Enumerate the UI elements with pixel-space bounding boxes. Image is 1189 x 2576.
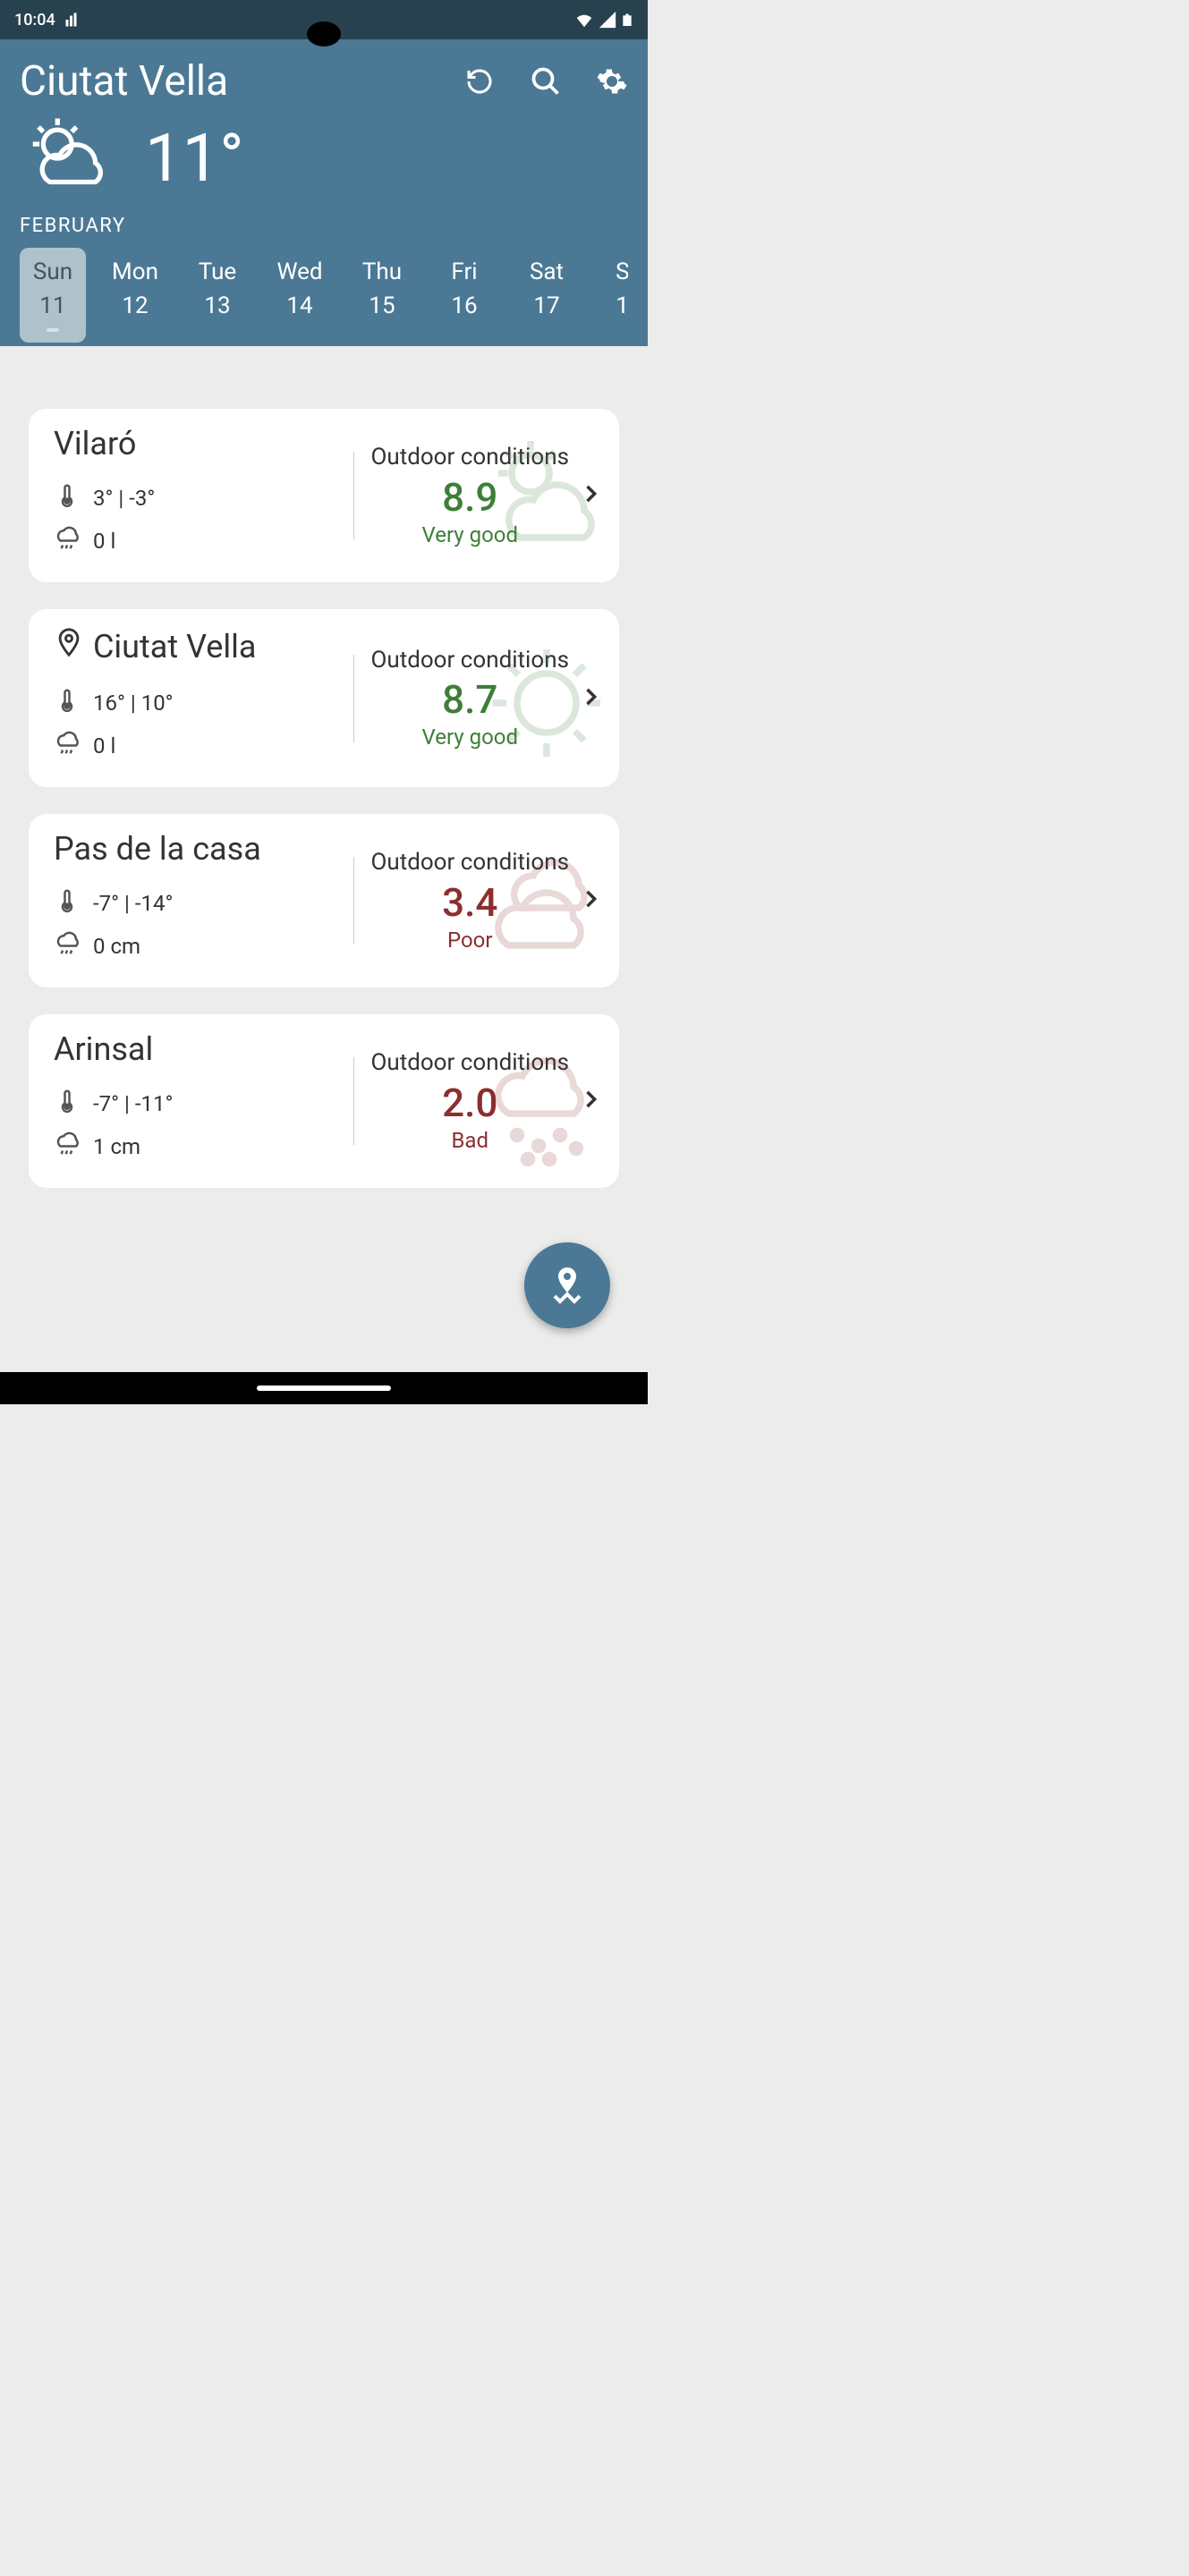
- battery-icon: [621, 9, 633, 30]
- divider: [353, 452, 354, 539]
- location-card[interactable]: Vilaró 3° | -3° 0 l Outdoor conditions 8…: [29, 409, 619, 582]
- thermometer-icon: [54, 1086, 81, 1122]
- gear-icon[interactable]: [596, 65, 628, 97]
- day-number: 13: [190, 292, 245, 319]
- day-tab-tue[interactable]: Tue 13: [184, 248, 251, 343]
- divider: [353, 1057, 354, 1145]
- day-name: Fri: [437, 258, 492, 285]
- temp-range: 3° | -3°: [93, 486, 155, 511]
- android-nav-bar: [0, 1372, 648, 1404]
- rain-icon: [54, 523, 81, 559]
- partly-cloudy-icon: [20, 111, 118, 206]
- precip-value: 1 cm: [93, 1134, 140, 1159]
- thermometer-icon: [54, 886, 81, 921]
- current-weather: 11°: [20, 106, 628, 215]
- temperature-row: 16° | 10°: [54, 685, 337, 721]
- card-title: Ciutat Vella: [54, 625, 337, 667]
- day-number: 15: [354, 292, 410, 319]
- divider: [353, 655, 354, 742]
- precip-row: 0 l: [54, 523, 337, 559]
- day-number: 12: [107, 292, 163, 319]
- day-name: Sat: [519, 258, 574, 285]
- rain-icon: [54, 1129, 81, 1165]
- page-title: Ciutat Vella: [20, 57, 228, 106]
- day-name: Thu: [354, 258, 410, 285]
- map-pin-icon: [546, 1264, 589, 1307]
- thermometer-icon: [54, 685, 81, 721]
- precip-value: 0 l: [93, 529, 115, 554]
- temperature-row: -7° | -11°: [54, 1086, 337, 1122]
- day-name: Mon: [107, 258, 163, 285]
- precip-value: 0 l: [93, 733, 115, 758]
- nav-handle[interactable]: [257, 1385, 391, 1391]
- location-name: Pas de la casa: [54, 830, 261, 868]
- day-number: 16: [437, 292, 492, 319]
- precip-value: 0 cm: [93, 934, 140, 959]
- temp-range: -7° | -14°: [93, 891, 173, 916]
- search-icon[interactable]: [530, 65, 562, 97]
- location-name: Vilaró: [54, 425, 136, 462]
- cell-signal-icon: [598, 10, 617, 30]
- refresh-icon[interactable]: [463, 65, 496, 97]
- temp-range: -7° | -11°: [93, 1091, 173, 1116]
- day-tab-sun[interactable]: Sun 11: [20, 248, 86, 343]
- day-name: Wed: [272, 258, 327, 285]
- rain-icon: [54, 728, 81, 764]
- card-title: Vilaró: [54, 425, 337, 462]
- location-card[interactable]: Arinsal -7° | -11° 1 cm Outdoor conditio…: [29, 1014, 619, 1188]
- location-cards-list: Vilaró 3° | -3° 0 l Outdoor conditions 8…: [0, 346, 648, 1233]
- day-tab-wed[interactable]: Wed 14: [267, 248, 333, 343]
- map-fab-button[interactable]: [524, 1242, 610, 1328]
- day-tab-mon[interactable]: Mon 12: [102, 248, 168, 343]
- month-label: FEBRUARY: [20, 215, 628, 237]
- temp-range: 16° | 10°: [93, 691, 174, 716]
- day-number: 11: [25, 292, 81, 319]
- temperature-row: -7° | -14°: [54, 886, 337, 921]
- card-title: Arinsal: [54, 1030, 337, 1068]
- location-card[interactable]: Pas de la casa -7° | -14° 0 cm Outdoor c…: [29, 814, 619, 987]
- precip-row: 0 l: [54, 728, 337, 764]
- day-selector: Sun 11 Mon 12 Tue 13 Wed 14 Thu 15 Fri 16 Sat 17 Su 18: [20, 248, 628, 346]
- card-title: Pas de la casa: [54, 830, 337, 868]
- day-name: Tue: [190, 258, 245, 285]
- precip-row: 1 cm: [54, 1129, 337, 1165]
- status-time: 10:04: [14, 11, 55, 30]
- day-number: 17: [519, 292, 574, 319]
- app-header: Ciutat Vella 11° FEBRUARY Sun 11 Mon 12 Tue 1…: [0, 39, 648, 346]
- temperature-row: 3° | -3°: [54, 480, 337, 516]
- thermometer-icon: [54, 480, 81, 516]
- day-number: 14: [272, 292, 327, 319]
- precip-row: 0 cm: [54, 928, 337, 964]
- day-tab-su[interactable]: Su 18: [596, 248, 628, 343]
- pin-icon: [54, 625, 84, 667]
- day-name: Sun: [25, 258, 81, 285]
- camera-notch: [307, 21, 341, 47]
- location-card[interactable]: Ciutat Vella 16° | 10° 0 l Outdoor condi…: [29, 609, 619, 787]
- divider: [353, 857, 354, 945]
- current-temperature: 11°: [145, 120, 244, 198]
- day-tab-thu[interactable]: Thu 15: [349, 248, 415, 343]
- location-name: Ciutat Vella: [93, 628, 256, 665]
- day-tab-fri[interactable]: Fri 16: [431, 248, 497, 343]
- signal-bars-icon: [64, 12, 81, 28]
- location-name: Arinsal: [54, 1030, 153, 1068]
- day-name: Su: [601, 258, 628, 285]
- day-tab-sat[interactable]: Sat 17: [514, 248, 580, 343]
- rain-icon: [54, 928, 81, 964]
- wifi-icon: [574, 10, 594, 30]
- day-number: 18: [601, 292, 628, 319]
